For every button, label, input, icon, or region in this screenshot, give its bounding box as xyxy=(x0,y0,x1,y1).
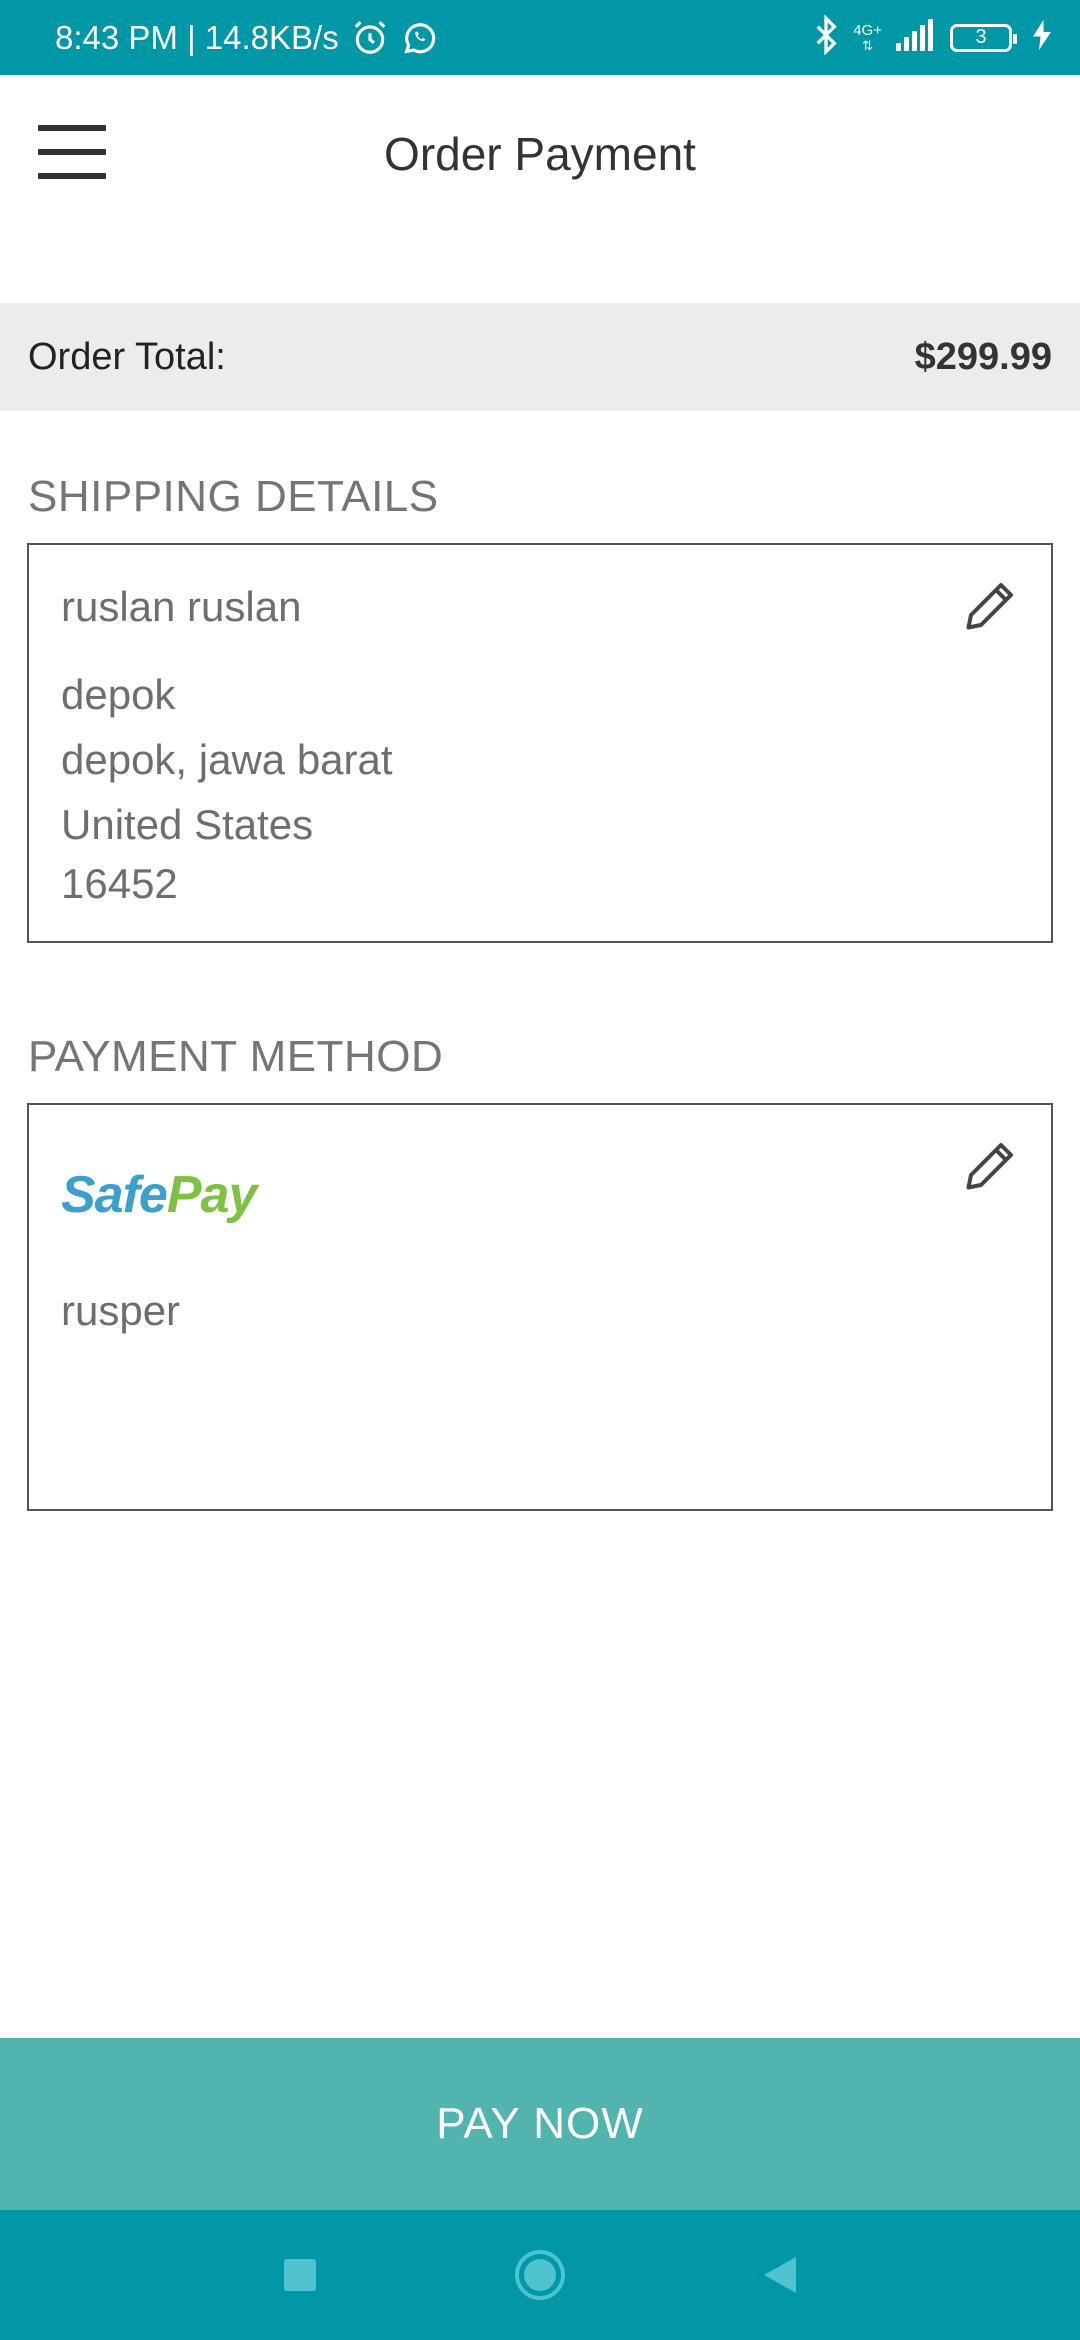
shipping-name: ruslan ruslan xyxy=(61,583,302,630)
whatsapp-icon xyxy=(401,19,439,57)
back-icon[interactable] xyxy=(740,2210,820,2340)
status-bar: 8:43 PM | 14.8KB/s 4G+ ⇅ 3 xyxy=(0,0,1080,75)
status-time-speed: 8:43 PM | 14.8KB/s xyxy=(55,18,339,56)
edit-payment-pencil-icon[interactable] xyxy=(961,1135,1021,1195)
payment-account: rusper xyxy=(61,1287,181,1334)
shipping-section-title: SHIPPING DETAILS xyxy=(28,472,439,521)
payment-section-title: PAYMENT METHOD xyxy=(28,1032,444,1081)
status-left: 8:43 PM | 14.8KB/s xyxy=(55,0,439,75)
battery-icon: 3 xyxy=(950,23,1017,52)
pay-now-label: PAY NOW xyxy=(436,2099,644,2148)
order-total-value: $299.99 xyxy=(914,335,1052,378)
recent-apps-icon[interactable] xyxy=(260,2210,340,2340)
shipping-details-card: ruslan ruslan depok depok, jawa barat Un… xyxy=(27,543,1053,943)
home-icon[interactable] xyxy=(500,2210,580,2340)
data-arrows-icon: ⇅ xyxy=(862,37,874,53)
shipping-address-line1: depok xyxy=(61,671,176,718)
alarm-icon xyxy=(351,19,389,57)
signal-icon xyxy=(896,19,936,56)
pay-now-button[interactable]: PAY NOW xyxy=(0,2038,1080,2210)
shipping-address-line2: depok, jawa barat xyxy=(61,736,393,783)
status-right: 4G+ ⇅ 3 xyxy=(813,0,1052,75)
charging-icon xyxy=(1032,20,1052,55)
order-total-row: Order Total: $299.99 xyxy=(0,303,1080,411)
edit-shipping-pencil-icon[interactable] xyxy=(961,575,1021,635)
safepay-logo: SafePay xyxy=(61,1166,257,1224)
battery-level: 3 xyxy=(975,26,987,48)
shipping-country: United States xyxy=(61,801,314,848)
page-title: Order Payment xyxy=(384,128,696,180)
network-type-label: 4G+ ⇅ xyxy=(853,21,882,53)
shipping-zip: 16452 xyxy=(61,860,178,907)
order-total-label: Order Total: xyxy=(28,335,226,378)
system-nav-bar xyxy=(0,2210,1080,2340)
bluetooth-icon xyxy=(813,14,839,60)
payment-method-card: SafePay rusper xyxy=(27,1103,1053,1511)
app-bar: Order Payment xyxy=(0,75,1080,235)
